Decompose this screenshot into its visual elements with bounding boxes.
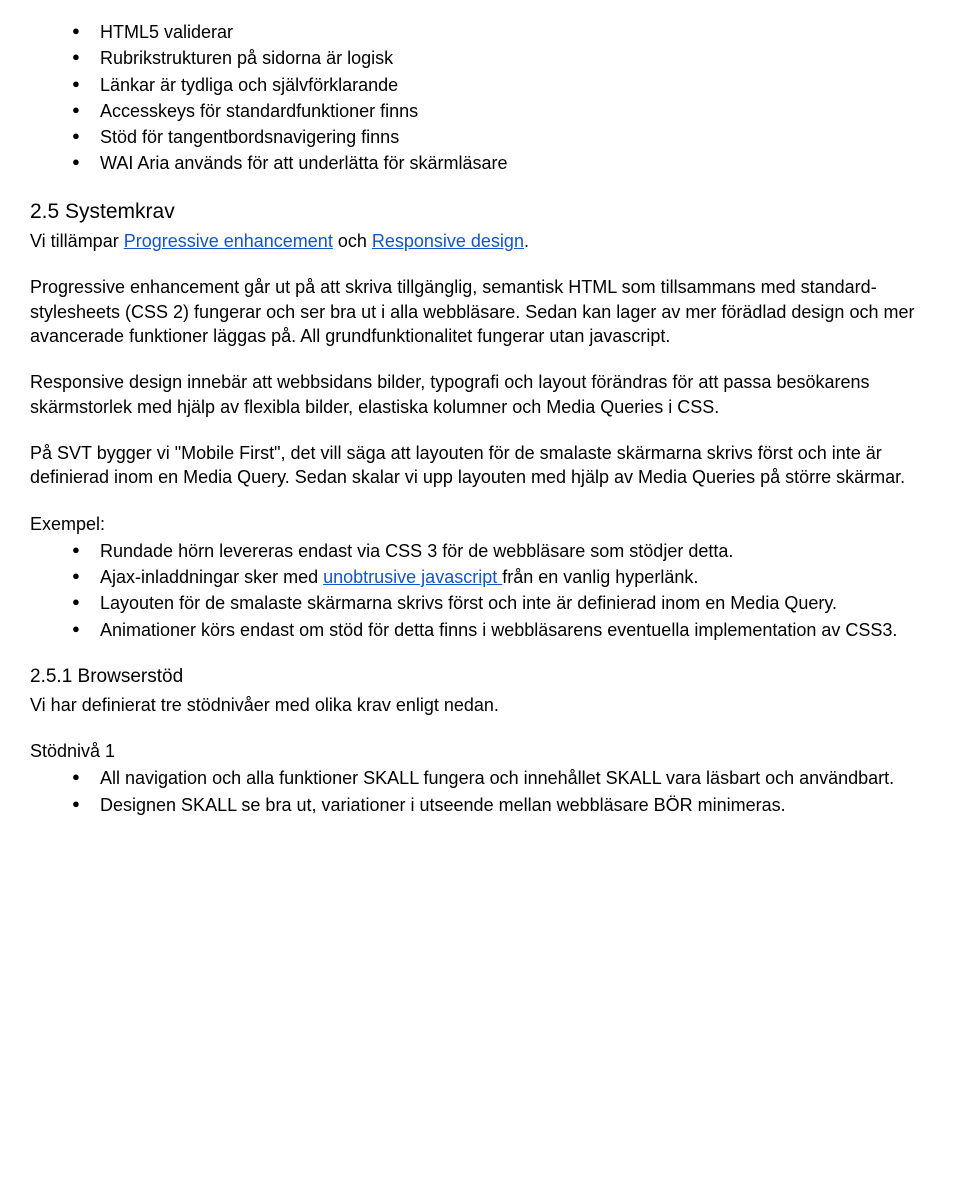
exempel-label: Exempel: bbox=[30, 512, 930, 536]
paragraph-mobile-first: På SVT bygger vi "Mobile First", det vil… bbox=[30, 441, 930, 490]
text: Ajax-inladdningar sker med bbox=[100, 567, 323, 587]
text: . bbox=[524, 231, 529, 251]
list-item: Länkar är tydliga och självförklarande bbox=[100, 73, 930, 97]
list-item: Rubrikstrukturen på sidorna är logisk bbox=[100, 46, 930, 70]
list-item: Designen SKALL se bra ut, variationer i … bbox=[100, 793, 930, 817]
accessibility-list: HTML5 validerar Rubrikstrukturen på sido… bbox=[30, 20, 930, 176]
text: och bbox=[333, 231, 372, 251]
stodniva-1-list: All navigation och alla funktioner SKALL… bbox=[30, 766, 930, 817]
heading-browserstod: 2.5.1 Browserstöd bbox=[30, 664, 930, 690]
intro-paragraph: Vi tillämpar Progressive enhancement och… bbox=[30, 229, 930, 253]
stodniva-1-label: Stödnivå 1 bbox=[30, 739, 930, 763]
list-item: Animationer körs endast om stöd för dett… bbox=[100, 618, 930, 642]
list-item: Accesskeys för standardfunktioner finns bbox=[100, 99, 930, 123]
list-item: Ajax-inladdningar sker med unobtrusive j… bbox=[100, 565, 930, 589]
text: Vi tillämpar bbox=[30, 231, 124, 251]
list-item: Stöd för tangentbordsnavigering finns bbox=[100, 125, 930, 149]
list-item: WAI Aria används för att underlätta för … bbox=[100, 151, 930, 175]
link-unobtrusive-js[interactable]: unobtrusive javascript bbox=[323, 567, 502, 587]
list-item: All navigation och alla funktioner SKALL… bbox=[100, 766, 930, 790]
paragraph-responsive-design: Responsive design innebär att webbsidans… bbox=[30, 370, 930, 419]
link-progressive-enhancement[interactable]: Progressive enhancement bbox=[124, 231, 333, 251]
paragraph-browserstod: Vi har definierat tre stödnivåer med oli… bbox=[30, 693, 930, 717]
link-responsive-design[interactable]: Responsive design bbox=[372, 231, 524, 251]
list-item: Layouten för de smalaste skärmarna skriv… bbox=[100, 591, 930, 615]
paragraph-progressive-enhancement: Progressive enhancement går ut på att sk… bbox=[30, 275, 930, 348]
list-item: HTML5 validerar bbox=[100, 20, 930, 44]
heading-systemkrav: 2.5 Systemkrav bbox=[30, 198, 930, 226]
list-item: Rundade hörn levereras endast via CSS 3 … bbox=[100, 539, 930, 563]
exempel-list: Rundade hörn levereras endast via CSS 3 … bbox=[30, 539, 930, 642]
text: från en vanlig hyperlänk. bbox=[502, 567, 698, 587]
